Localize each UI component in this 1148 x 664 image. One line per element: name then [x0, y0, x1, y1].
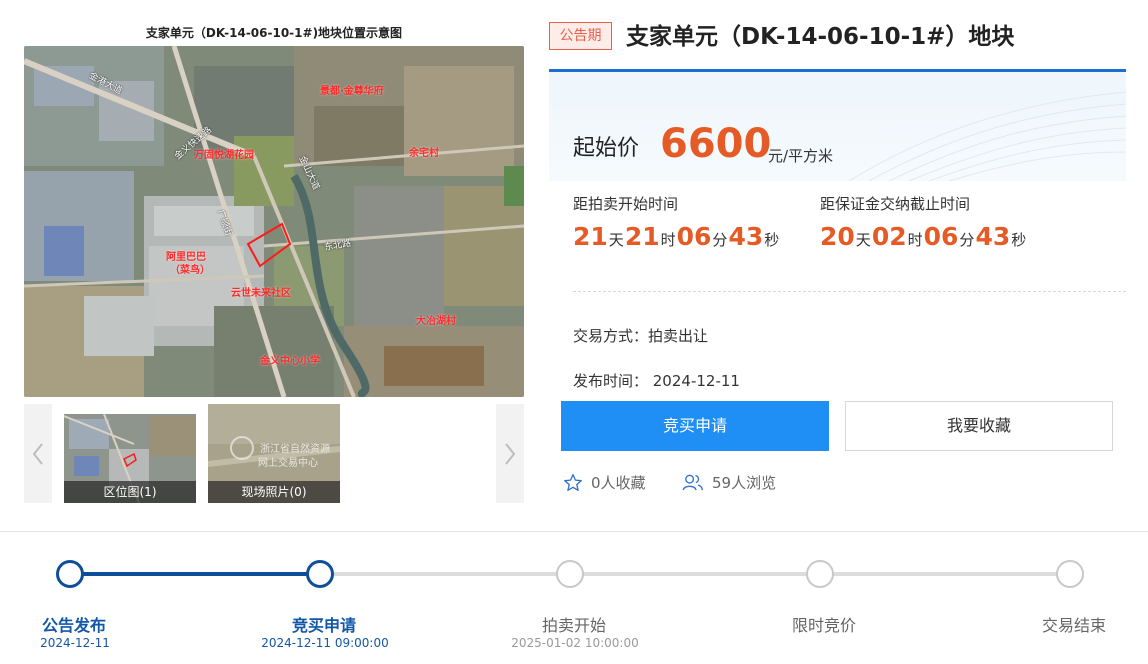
step-node-timed-bidding	[806, 560, 834, 588]
watermark-text-2: 网上交易中心	[258, 458, 318, 469]
star-icon	[564, 473, 582, 492]
countdown-minutes: 06	[676, 222, 712, 251]
thumbnail-strip: 区位图(1) 浙江省自然资源 网上交易中心 现场照片(0)	[24, 404, 524, 503]
unit-hour: 时	[907, 231, 923, 249]
unit-second: 秒	[1011, 231, 1027, 249]
step-date-apply: 2024-12-11 09:00:00	[261, 636, 389, 650]
unit-day: 天	[608, 231, 624, 249]
chevron-left-icon	[32, 442, 43, 465]
countdown-hours: 21	[624, 222, 660, 251]
views-count-text: 59人浏览	[712, 474, 777, 492]
map-label-3: 余宅村	[409, 148, 439, 159]
countdown-hours: 02	[871, 222, 907, 251]
users-icon	[682, 474, 703, 491]
thumbnail-caption: 区位图(1)	[64, 481, 196, 503]
step-label-timed-bidding: 限时竞价	[791, 616, 856, 635]
thumbnail-site-photos[interactable]: 浙江省自然资源 网上交易中心 现场照片(0)	[208, 404, 340, 503]
unit-day: 天	[855, 231, 871, 249]
step-node-apply	[306, 560, 334, 588]
map-label-2: 万固悦湖花园	[194, 150, 254, 161]
progress-track-pending	[320, 572, 1070, 576]
step-node-announcement	[56, 560, 84, 588]
countdown-days: 21	[573, 222, 608, 251]
map-label-8: 金义中心小学	[260, 356, 320, 367]
views-count: 59人浏览	[682, 472, 776, 493]
step-node-auction-start	[556, 560, 584, 588]
satellite-map-graphic	[24, 46, 524, 397]
favorites-count-text: 0人收藏	[591, 474, 646, 492]
countdown-days: 20	[820, 222, 855, 251]
step-label-apply: 竞买申请	[291, 616, 356, 635]
apply-bid-button[interactable]: 竞买申请	[561, 401, 829, 451]
thumbnail-next-button[interactable]	[496, 404, 524, 503]
step-label-auction-start: 拍卖开始	[541, 616, 606, 635]
deposit-deadline-countdown: 20天02时06分43秒	[820, 222, 1027, 251]
location-map-panel: 支家单元（DK-14-06-10-1#)地块位置示意图 景都·金尊华府 万固悦湖…	[24, 18, 524, 397]
unit-hour: 时	[660, 231, 676, 249]
countdown-minutes: 06	[923, 222, 959, 251]
step-label-announcement: 公告发布	[41, 616, 106, 635]
thumbnail-caption: 现场照片(0)	[208, 481, 340, 503]
step-date-auction-start: 2025-01-02 10:00:00	[511, 636, 639, 650]
step-label-trade-end: 交易结束	[1041, 616, 1106, 635]
price-label: 起始价	[573, 136, 640, 161]
unit-minute: 分	[959, 231, 975, 249]
watermark-text-1: 浙江省自然资源	[260, 444, 330, 455]
step-date-announcement: 2024-12-11	[40, 636, 110, 650]
price-box	[549, 72, 1126, 181]
add-favorite-button[interactable]: 我要收藏	[845, 401, 1113, 451]
map-label-7: 大冶湖村	[416, 316, 456, 327]
lot-title: 支家单元（DK-14-06-10-1#）地块	[626, 24, 1015, 50]
countdown-seconds: 43	[728, 222, 764, 251]
step-node-trade-end	[1056, 560, 1084, 588]
favorites-count[interactable]: 0人收藏	[563, 472, 646, 493]
dashed-divider	[573, 291, 1126, 292]
status-badge: 公告期	[549, 22, 612, 50]
unit-minute: 分	[712, 231, 728, 249]
deposit-deadline-countdown-label: 距保证金交纳截止时间	[820, 195, 971, 213]
map-label-5: （菜鸟）	[170, 265, 210, 276]
chevron-right-icon	[505, 442, 516, 465]
auction-start-countdown-label: 距拍卖开始时间	[573, 195, 679, 213]
progress-track-complete	[70, 572, 320, 576]
satellite-map-image[interactable]: 景都·金尊华府 万固悦湖花园 余宅村 阿里巴巴 （菜鸟） 云世未来社区 大冶湖村…	[24, 46, 524, 397]
section-divider	[0, 531, 1148, 532]
decorative-wave-pattern	[848, 91, 1126, 181]
countdown-seconds: 43	[975, 222, 1011, 251]
map-label-6: 云世未来社区	[231, 288, 291, 299]
unit-second: 秒	[764, 231, 780, 249]
map-title: 支家单元（DK-14-06-10-1#)地块位置示意图	[24, 18, 524, 46]
price-unit: 元/平方米	[768, 147, 834, 165]
auction-start-countdown: 21天21时06分43秒	[573, 222, 780, 251]
map-label-1: 景都·金尊华府	[320, 86, 384, 97]
thumbnail-location-map[interactable]: 区位图(1)	[64, 404, 196, 503]
publish-time: 发布时间： 2024-12-11	[573, 372, 740, 390]
trade-method: 交易方式：拍卖出让	[573, 327, 709, 345]
thumbnail-prev-button[interactable]	[24, 404, 52, 503]
starting-price-value: 6600	[660, 121, 772, 167]
